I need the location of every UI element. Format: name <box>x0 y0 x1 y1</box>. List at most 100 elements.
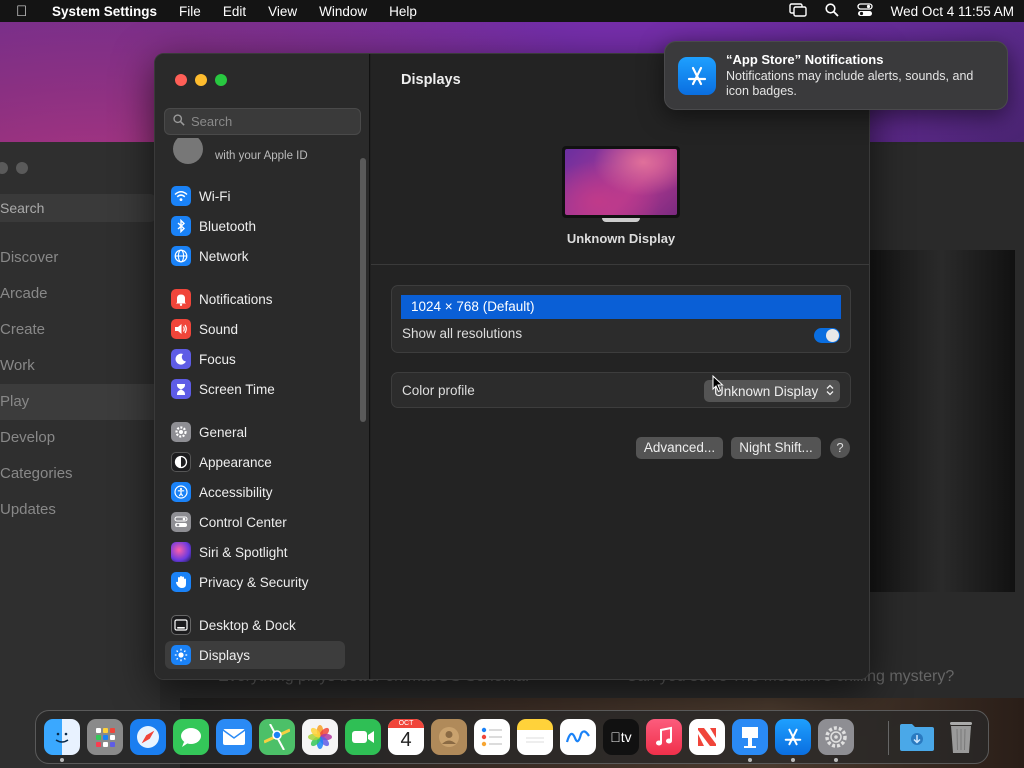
sidebar-item-network[interactable]: Network <box>165 242 345 270</box>
apple-id-row[interactable]: with your Apple ID <box>173 138 353 164</box>
sidebar-item-privacy-security[interactable]: Privacy & Security <box>165 568 345 596</box>
background-item-create[interactable]: Create <box>0 321 45 338</box>
advanced-button[interactable]: Advanced... <box>636 437 723 459</box>
night-shift-button[interactable]: Night Shift... <box>731 437 821 459</box>
sidebar-item-sound[interactable]: Sound <box>165 315 345 343</box>
sidebar-item-appearance[interactable]: Appearance <box>165 448 345 476</box>
background-item-arcade[interactable]: Arcade <box>0 285 48 302</box>
app-menu[interactable]: System Settings <box>52 4 157 19</box>
notification-banner[interactable]: “App Store” Notifications Notifications … <box>664 41 1008 110</box>
resolution-group: 1024 × 768 (Default) Show all resolution… <box>391 285 851 353</box>
sidebar-search[interactable] <box>164 108 361 135</box>
close-button[interactable] <box>175 74 187 86</box>
keynote-icon[interactable] <box>732 719 768 755</box>
system-settings-window: with your Apple ID Wi-Fi Bluetooth Netwo… <box>154 53 870 680</box>
color-profile-select[interactable]: Unknown Display <box>704 380 840 402</box>
maps-icon[interactable] <box>259 719 295 755</box>
menu-help[interactable]: Help <box>389 4 417 19</box>
sidebar-item-general[interactable]: General <box>165 418 345 446</box>
hand-icon <box>171 572 191 592</box>
downloads-folder-icon[interactable] <box>899 719 935 755</box>
news-icon[interactable] <box>689 719 725 755</box>
sidebar-item-displays[interactable]: Displays <box>165 641 345 669</box>
search-input[interactable] <box>191 114 351 129</box>
sidebar-item-focus[interactable]: Focus <box>165 345 345 373</box>
sidebar-item-screen-time[interactable]: Screen Time <box>165 375 345 403</box>
control-center-icon[interactable] <box>857 2 873 20</box>
mail-icon[interactable] <box>216 719 252 755</box>
sidebar-item-label: Displays <box>199 647 251 663</box>
sidebar-item-desktop-dock[interactable]: Desktop & Dock <box>165 611 345 639</box>
sidebar-scrollbar[interactable] <box>360 158 366 422</box>
tv-logo-text: tv <box>615 729 632 745</box>
show-all-resolutions-toggle[interactable] <box>814 328 840 343</box>
menu-file[interactable]: File <box>179 4 201 19</box>
page-title: Displays <box>401 72 461 88</box>
mouse-cursor-icon <box>712 374 724 398</box>
sidebar-item-notifications[interactable]: Notifications <box>165 285 345 313</box>
dock-running-indicator <box>834 758 838 762</box>
sidebar-item-label: Control Center <box>199 514 287 530</box>
music-icon[interactable] <box>646 719 682 755</box>
sidebar-item-label: Desktop & Dock <box>199 617 296 633</box>
show-all-resolutions-label: Show all resolutions <box>402 326 523 341</box>
minimize-button[interactable] <box>195 74 207 86</box>
background-item-develop[interactable]: Develop <box>0 429 55 446</box>
apple-menu-icon[interactable]:  <box>16 3 38 20</box>
dock-icon <box>171 615 191 635</box>
display-preview-screen <box>565 149 677 215</box>
dock: OCT 4 tv <box>35 710 989 764</box>
search-icon <box>173 113 185 131</box>
spotlight-search-icon[interactable] <box>825 2 839 20</box>
sun-icon <box>171 645 191 665</box>
sidebar-item-label: Sound <box>199 321 239 337</box>
sidebar-item-accessibility[interactable]: Accessibility <box>165 478 345 506</box>
sidebar-item-siri-spotlight[interactable]: Siri & Spotlight <box>165 538 345 566</box>
system-settings-icon[interactable] <box>818 719 854 755</box>
finder-icon[interactable] <box>44 719 80 755</box>
contacts-icon[interactable] <box>431 719 467 755</box>
launchpad-icon[interactable] <box>87 719 123 755</box>
display-preview[interactable] <box>562 146 680 218</box>
background-item-work[interactable]: Work <box>0 357 35 374</box>
resolution-option-selected[interactable]: 1024 × 768 (Default) <box>401 295 841 319</box>
safari-icon[interactable] <box>130 719 166 755</box>
menu-view[interactable]: View <box>268 4 297 19</box>
globe-icon <box>171 246 191 266</box>
sidebar-item-label: Siri & Spotlight <box>199 544 288 560</box>
displays-pane: Displays Unknown Display 1024 × 768 (Def… <box>371 54 869 679</box>
sidebar-item-bluetooth[interactable]: Bluetooth <box>165 212 345 240</box>
notes-icon[interactable] <box>517 719 553 755</box>
app-store-icon[interactable] <box>775 719 811 755</box>
help-button[interactable]: ? <box>830 438 850 458</box>
facetime-icon[interactable] <box>345 719 381 755</box>
screen-mirroring-icon[interactable] <box>788 2 807 20</box>
bell-icon <box>171 289 191 309</box>
display-stand <box>602 218 640 222</box>
photos-icon[interactable] <box>302 719 338 755</box>
menu-edit[interactable]: Edit <box>223 4 246 19</box>
sidebar-item-label: Wi-Fi <box>199 188 231 204</box>
menubar-clock[interactable]: Wed Oct 4 11:55 AM <box>891 4 1014 19</box>
background-item-categories[interactable]: Categories <box>0 465 73 482</box>
sidebar-item-wifi[interactable]: Wi-Fi <box>165 182 345 210</box>
apple-tv-icon[interactable]: tv <box>603 719 639 755</box>
sidebar-item-label: Appearance <box>199 454 272 470</box>
menu-window[interactable]: Window <box>319 4 367 19</box>
messages-icon[interactable] <box>173 719 209 755</box>
freeform-icon[interactable] <box>560 719 596 755</box>
settings-sidebar: with your Apple ID Wi-Fi Bluetooth Netwo… <box>155 54 370 679</box>
color-profile-value: Unknown Display <box>714 383 819 399</box>
sidebar-item-label: Focus <box>199 351 236 367</box>
background-item-play[interactable]: Play <box>0 393 29 410</box>
dock-separator <box>888 721 889 755</box>
sidebar-item-control-center[interactable]: Control Center <box>165 508 345 536</box>
reminders-icon[interactable] <box>474 719 510 755</box>
background-search-field[interactable]: Search <box>0 194 156 222</box>
background-item-discover[interactable]: Discover <box>0 249 58 266</box>
calendar-icon[interactable]: OCT 4 <box>388 719 424 755</box>
sidebar-item-label: Privacy & Security <box>199 574 309 590</box>
zoom-button[interactable] <box>215 74 227 86</box>
background-item-updates[interactable]: Updates <box>0 501 56 518</box>
trash-icon[interactable] <box>943 719 979 755</box>
